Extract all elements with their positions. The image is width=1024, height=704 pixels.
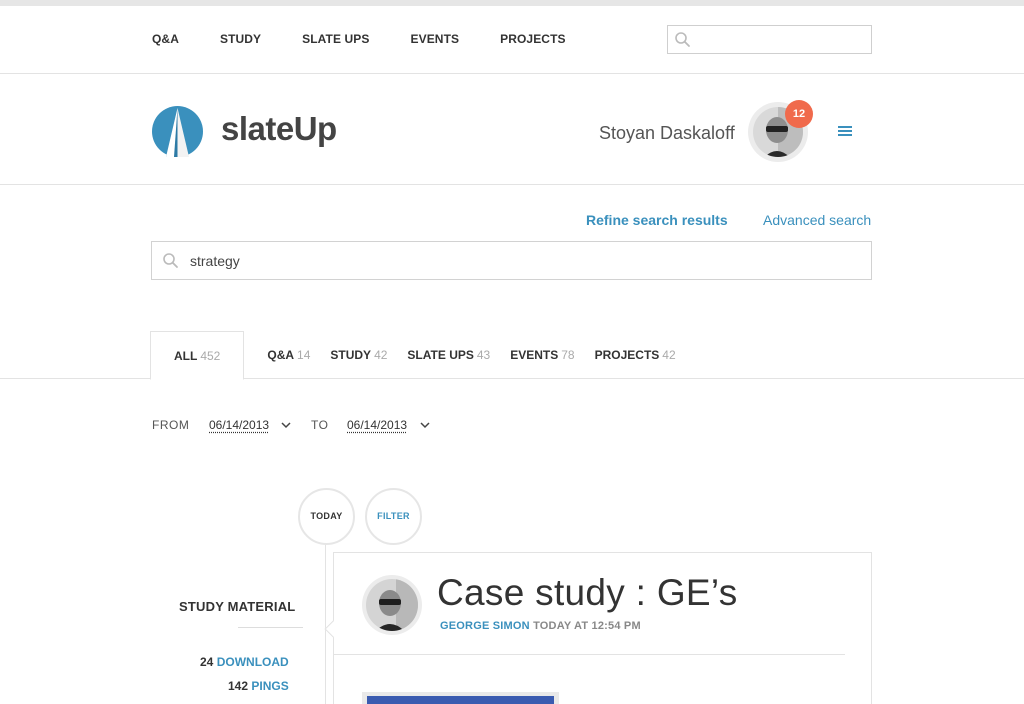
logo-icon[interactable]: [152, 106, 203, 157]
result-tabs: ALL 452 Q&A 14 STUDY 42 SLATE UPS 43 EVENTS 7…: [150, 331, 686, 380]
tab-label: PROJECTS: [594, 348, 660, 362]
author-avatar-photo: [366, 579, 418, 631]
post-author-link[interactable]: GEORGE SIMON: [440, 620, 530, 632]
main-search-box[interactable]: [151, 241, 872, 280]
menu-icon-bar: [838, 134, 852, 136]
top-navigation: Q&A STUDY SLATE UPS EVENTS PROJECTS: [0, 6, 1024, 74]
post-timestamp: TODAY AT 12:54 PM: [533, 620, 641, 632]
post-title[interactable]: Case study : GE’s: [437, 572, 738, 614]
timeline-line: [325, 543, 326, 704]
tab-label: EVENTS: [510, 348, 559, 362]
nav-link-study[interactable]: STUDY: [220, 32, 261, 46]
search-icon: [675, 32, 690, 47]
tab-count: 42: [662, 348, 676, 362]
tab-count: 78: [561, 348, 575, 362]
from-date-select[interactable]: 06/14/2013: [209, 418, 269, 432]
downloads-stat: 24 DOWNLOAD: [200, 655, 289, 669]
to-label: TO: [311, 418, 329, 432]
brand-name[interactable]: slateUp: [221, 110, 337, 148]
nav-link-qa[interactable]: Q&A: [152, 32, 179, 46]
search-icon: [163, 253, 178, 268]
today-button[interactable]: TODAY: [298, 488, 355, 545]
top-search-input[interactable]: [696, 31, 866, 49]
user-name[interactable]: Stoyan Daskaloff: [599, 123, 735, 144]
post-thumbnail-image: [367, 696, 554, 704]
tab-count: 42: [374, 348, 388, 362]
refine-search-link[interactable]: Refine search results: [586, 212, 728, 228]
tab-label: ALL: [174, 349, 198, 363]
main-search-input[interactable]: [190, 252, 860, 270]
post-meta: GEORGE SIMON TODAY AT 12:54 PM: [440, 620, 641, 632]
menu-icon-bar: [838, 130, 852, 132]
tab-label: STUDY: [330, 348, 372, 362]
filter-button[interactable]: FILTER: [365, 488, 422, 545]
category-title: STUDY MATERIAL: [179, 599, 296, 614]
post-card-divider: [334, 654, 845, 655]
tab-study[interactable]: STUDY 42: [320, 331, 397, 379]
chevron-down-icon[interactable]: [281, 422, 291, 429]
tab-count: 14: [297, 348, 311, 362]
site-header: slateUp Stoyan Daskaloff 12: [0, 74, 1024, 185]
tab-label: Q&A: [267, 348, 295, 362]
nav-link-events[interactable]: EVENTS: [411, 32, 460, 46]
nav-link-projects[interactable]: PROJECTS: [500, 32, 565, 46]
downloads-count: 24: [200, 655, 214, 669]
menu-icon-bar: [838, 126, 852, 128]
tab-projects[interactable]: PROJECTS 42: [585, 331, 686, 379]
author-avatar[interactable]: [362, 575, 422, 635]
pings-stat: 142 PINGS: [228, 679, 289, 693]
tab-count: 43: [476, 348, 491, 362]
notification-badge[interactable]: 12: [785, 100, 813, 128]
from-label: FROM: [152, 418, 190, 432]
chevron-down-icon[interactable]: [420, 422, 430, 429]
tab-all[interactable]: ALL 452: [150, 331, 245, 380]
pings-link[interactable]: PINGS: [251, 679, 288, 693]
pings-count: 142: [228, 679, 249, 693]
to-date-select[interactable]: 06/14/2013: [347, 418, 407, 432]
tab-count: 452: [200, 349, 221, 363]
nav-link-slate-ups[interactable]: SLATE UPS: [302, 32, 369, 46]
tab-label: SLATE UPS: [407, 348, 474, 362]
top-search-box[interactable]: [667, 25, 872, 54]
tab-slate-ups[interactable]: SLATE UPS 43: [397, 331, 500, 379]
category-divider: [238, 627, 303, 628]
menu-icon[interactable]: [838, 126, 852, 138]
download-link[interactable]: DOWNLOAD: [217, 655, 289, 669]
tab-events[interactable]: EVENTS 78: [500, 331, 584, 379]
post-thumbnail[interactable]: [362, 692, 559, 704]
tab-qa[interactable]: Q&A 14: [257, 331, 320, 379]
advanced-search-link[interactable]: Advanced search: [763, 212, 871, 228]
top-nav-links: Q&A STUDY SLATE UPS EVENTS PROJECTS: [152, 32, 607, 46]
